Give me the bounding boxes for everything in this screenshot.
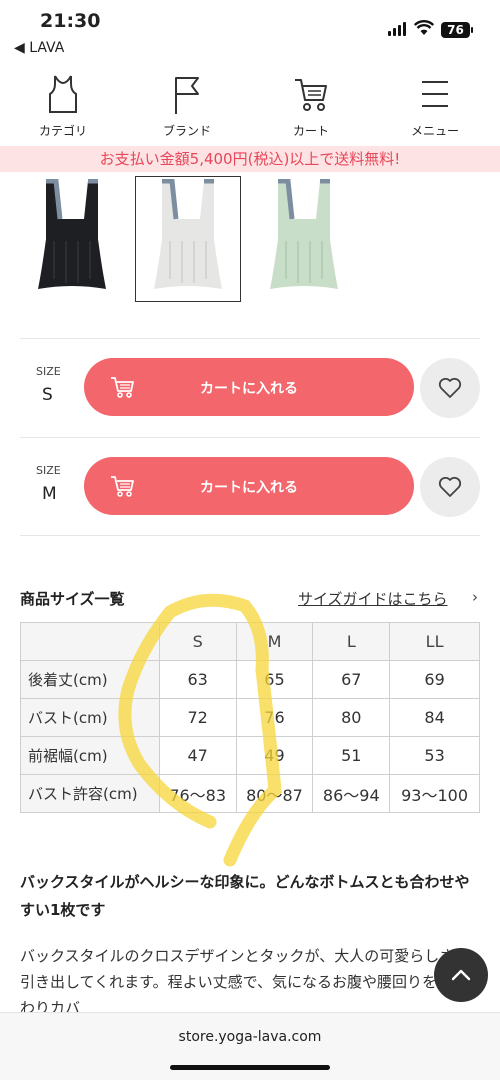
divider: [20, 535, 480, 536]
back-to-app-link[interactable]: ◀ LAVA: [14, 40, 64, 56]
wifi-icon: [413, 20, 435, 41]
add-to-cart-label: カートに入れる: [200, 480, 298, 496]
nav-category[interactable]: カテゴリ: [18, 68, 108, 140]
size-caption: SIZE: [36, 464, 61, 477]
table-cell: 49: [235, 736, 314, 775]
row-label: 後着丈(cm): [20, 660, 160, 699]
size-table: S M L LL 後着丈(cm) 63 65 67 69 バスト(cm) 72 …: [20, 622, 480, 813]
column-header: M: [235, 622, 314, 661]
divider: [20, 437, 480, 438]
column-header: L: [312, 622, 391, 661]
table-cell: 72: [158, 698, 237, 737]
table-cell: 93〜100: [389, 774, 480, 813]
tank-top-image-mint: [270, 179, 338, 289]
size-caption: SIZE: [36, 365, 61, 378]
description-title: バックスタイルがヘルシーな印象に。どんなボトムスとも合わせやすい1枚です: [20, 873, 470, 919]
size-guide-link[interactable]: サイズガイドはこちら: [298, 588, 448, 609]
thumbnail-mint[interactable]: [252, 177, 356, 301]
table-cell: 67: [312, 660, 391, 699]
table-cell: 47: [158, 736, 237, 775]
size-table-heading: 商品サイズ一覧: [20, 590, 125, 608]
row-label: バスト許容(cm): [20, 774, 160, 813]
tank-top-icon: [49, 75, 77, 113]
table-cell: 80〜87: [235, 774, 314, 813]
description-body: バックスタイルのクロスデザインとタックが、大人の可愛らしさを引き出してくれます。…: [20, 947, 470, 1017]
table-cell: 84: [389, 698, 480, 737]
cart-row-s: SIZE S カートに入れる: [20, 358, 490, 418]
add-to-cart-button-s[interactable]: カートに入れる: [84, 358, 414, 416]
table-cell: 80: [312, 698, 391, 737]
add-to-cart-label: カートに入れる: [200, 381, 298, 397]
nav-cart-label: カート: [292, 124, 329, 138]
flag-icon: [175, 77, 199, 114]
table-row: バスト許容(cm) 76〜83 80〜87 86〜94 93〜100: [20, 774, 480, 813]
table-cell: 86〜94: [312, 774, 391, 813]
tank-top-image-white: [154, 179, 222, 289]
divider: [20, 338, 480, 339]
table-row: 前裾幅(cm) 47 49 51 53: [20, 736, 480, 775]
status-time: 21:30: [40, 10, 101, 32]
status-bar: 21:30 ◀ LAVA 76: [0, 0, 500, 56]
nav-category-label: カテゴリ: [38, 124, 87, 138]
cart-row-m: SIZE M カートに入れる: [20, 457, 490, 517]
free-shipping-banner: お支払い金額5,400円(税込)以上で送料無料!: [0, 146, 500, 172]
browser-address-bar[interactable]: store.yoga-lava.com: [0, 1012, 500, 1080]
column-header: LL: [389, 622, 480, 661]
row-label: 前裾幅(cm): [20, 736, 160, 775]
add-to-cart-button-m[interactable]: カートに入れる: [84, 457, 414, 515]
home-indicator: [170, 1065, 330, 1070]
cellular-signal-icon: [388, 22, 408, 36]
url-text: store.yoga-lava.com: [178, 1029, 322, 1045]
heart-icon: [438, 476, 462, 497]
size-value: M: [42, 484, 57, 504]
top-nav: カテゴリ ブランド カート メニュー: [0, 68, 500, 146]
scroll-to-top-button[interactable]: [434, 948, 488, 1002]
table-cell: 69: [389, 660, 480, 699]
table-row: 後着丈(cm) 63 65 67 69: [20, 660, 480, 699]
table-cell: 51: [312, 736, 391, 775]
table-corner: [20, 622, 160, 661]
cart-icon: [295, 79, 327, 111]
favorite-button-m[interactable]: [420, 457, 480, 517]
row-label: バスト(cm): [20, 698, 160, 737]
menu-icon: [422, 81, 448, 107]
battery-icon: 76: [441, 22, 470, 38]
column-header: S: [158, 622, 237, 661]
chevron-up-icon: [451, 969, 471, 981]
table-cell: 53: [389, 736, 480, 775]
nav-brand[interactable]: ブランド: [142, 68, 232, 140]
nav-menu[interactable]: メニュー: [390, 68, 480, 140]
table-cell: 63: [158, 660, 237, 699]
favorite-button-s[interactable]: [420, 358, 480, 418]
battery-tip: [471, 27, 473, 33]
table-row: バスト(cm) 72 76 80 84: [20, 698, 480, 737]
nav-brand-label: ブランド: [162, 124, 211, 138]
size-value: S: [42, 385, 53, 405]
table-cell: 76〜83: [158, 774, 237, 813]
chevron-right-icon: ›: [472, 588, 478, 606]
thumbnail-black[interactable]: [20, 177, 124, 301]
table-header-row: S M L LL: [20, 622, 480, 661]
table-cell: 65: [235, 660, 314, 699]
thumbnail-white[interactable]: [135, 176, 241, 302]
heart-icon: [438, 377, 462, 398]
nav-menu-label: メニュー: [410, 124, 459, 138]
table-cell: 76: [235, 698, 314, 737]
nav-cart[interactable]: カート: [266, 68, 356, 140]
tank-top-image-black: [38, 179, 106, 289]
